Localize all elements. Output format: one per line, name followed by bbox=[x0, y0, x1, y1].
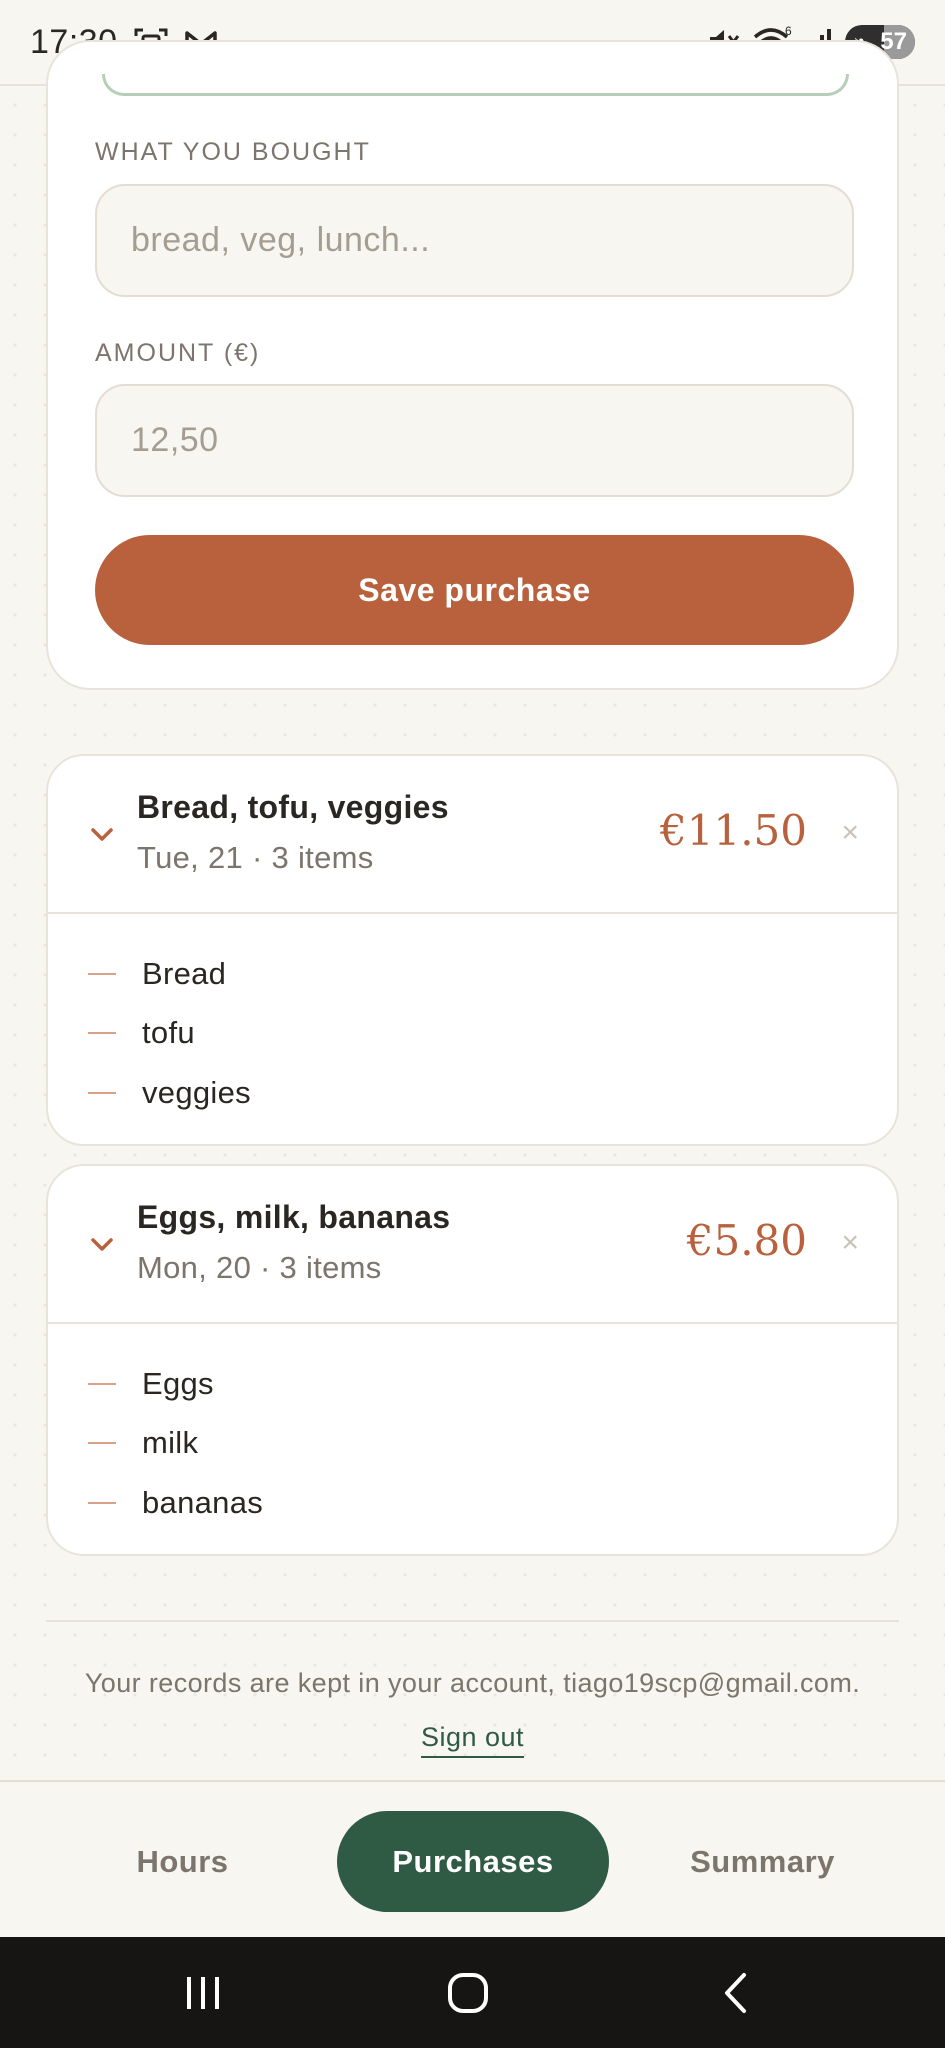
save-purchase-button[interactable]: Save purchase bbox=[95, 535, 854, 645]
account-note: Your records are kept in your account, t… bbox=[84, 1668, 861, 1698]
tab-summary[interactable]: Summary bbox=[660, 1811, 865, 1912]
purchase-meta: Tue, 21 · 3 items bbox=[137, 840, 374, 875]
item-text: veggies bbox=[142, 1074, 251, 1110]
list-item: Bread bbox=[48, 944, 897, 1004]
amount-field-label: AMOUNT (€) bbox=[95, 339, 261, 367]
wifi-badge: 6 bbox=[785, 25, 792, 38]
item-list: Bread tofu veggies bbox=[48, 914, 897, 1123]
list-item: milk bbox=[48, 1414, 897, 1474]
item-text: tofu bbox=[142, 1015, 195, 1051]
chevron-down-icon[interactable] bbox=[90, 826, 114, 844]
dash-icon bbox=[88, 1442, 116, 1445]
purchase-card: Eggs, milk, bananas Mon, 20 · 3 items €5… bbox=[46, 1164, 899, 1556]
add-purchase-card: WHAT YOU BOUGHT AMOUNT (€) Save purchase bbox=[46, 40, 899, 690]
chevron-down-icon[interactable] bbox=[90, 1236, 114, 1254]
list-item: Eggs bbox=[48, 1354, 897, 1414]
dash-icon bbox=[88, 1501, 116, 1504]
system-nav-bar bbox=[0, 1937, 945, 2048]
list-item: veggies bbox=[48, 1063, 897, 1123]
delete-purchase-button[interactable]: × bbox=[841, 1228, 859, 1258]
footer-divider bbox=[46, 1620, 899, 1622]
sign-out-link[interactable]: Sign out bbox=[420, 1722, 525, 1758]
purchase-card: Bread, tofu, veggies Tue, 21 · 3 items €… bbox=[46, 754, 899, 1146]
tab-hours[interactable]: Hours bbox=[80, 1811, 285, 1912]
purchase-total: €11.50 bbox=[660, 806, 807, 855]
purchase-meta: Mon, 20 · 3 items bbox=[137, 1250, 382, 1285]
recent-apps-icon[interactable] bbox=[163, 1937, 243, 2048]
list-item: tofu bbox=[48, 1004, 897, 1064]
item-text: milk bbox=[142, 1425, 199, 1461]
purchase-total: €5.80 bbox=[686, 1216, 807, 1265]
home-icon[interactable] bbox=[428, 1937, 508, 2048]
item-list: Eggs milk bananas bbox=[48, 1324, 897, 1533]
item-field-label: WHAT YOU BOUGHT bbox=[95, 138, 371, 166]
amount-input[interactable] bbox=[95, 384, 854, 497]
dash-icon bbox=[88, 1032, 116, 1035]
purchase-header[interactable]: Eggs, milk, bananas Mon, 20 · 3 items €5… bbox=[48, 1166, 897, 1324]
item-text: bananas bbox=[142, 1484, 264, 1520]
purchase-title: Bread, tofu, veggies bbox=[137, 789, 449, 825]
item-text: Eggs bbox=[142, 1365, 214, 1401]
previous-field-edge bbox=[102, 74, 849, 96]
back-icon[interactable] bbox=[695, 1937, 775, 2048]
list-item: bananas bbox=[48, 1473, 897, 1533]
delete-purchase-button[interactable]: × bbox=[841, 818, 859, 848]
bottom-tab-bar: Hours Purchases Summary bbox=[0, 1780, 945, 1937]
dash-icon bbox=[88, 972, 116, 975]
sign-out-row: Sign out bbox=[0, 1722, 945, 1758]
item-input[interactable] bbox=[95, 184, 854, 297]
dash-icon bbox=[88, 1382, 116, 1385]
dash-icon bbox=[88, 1091, 116, 1094]
item-text: Bread bbox=[142, 955, 227, 991]
tab-purchases[interactable]: Purchases bbox=[337, 1811, 609, 1912]
purchase-header[interactable]: Bread, tofu, veggies Tue, 21 · 3 items €… bbox=[48, 756, 897, 914]
purchase-title: Eggs, milk, bananas bbox=[137, 1199, 451, 1235]
